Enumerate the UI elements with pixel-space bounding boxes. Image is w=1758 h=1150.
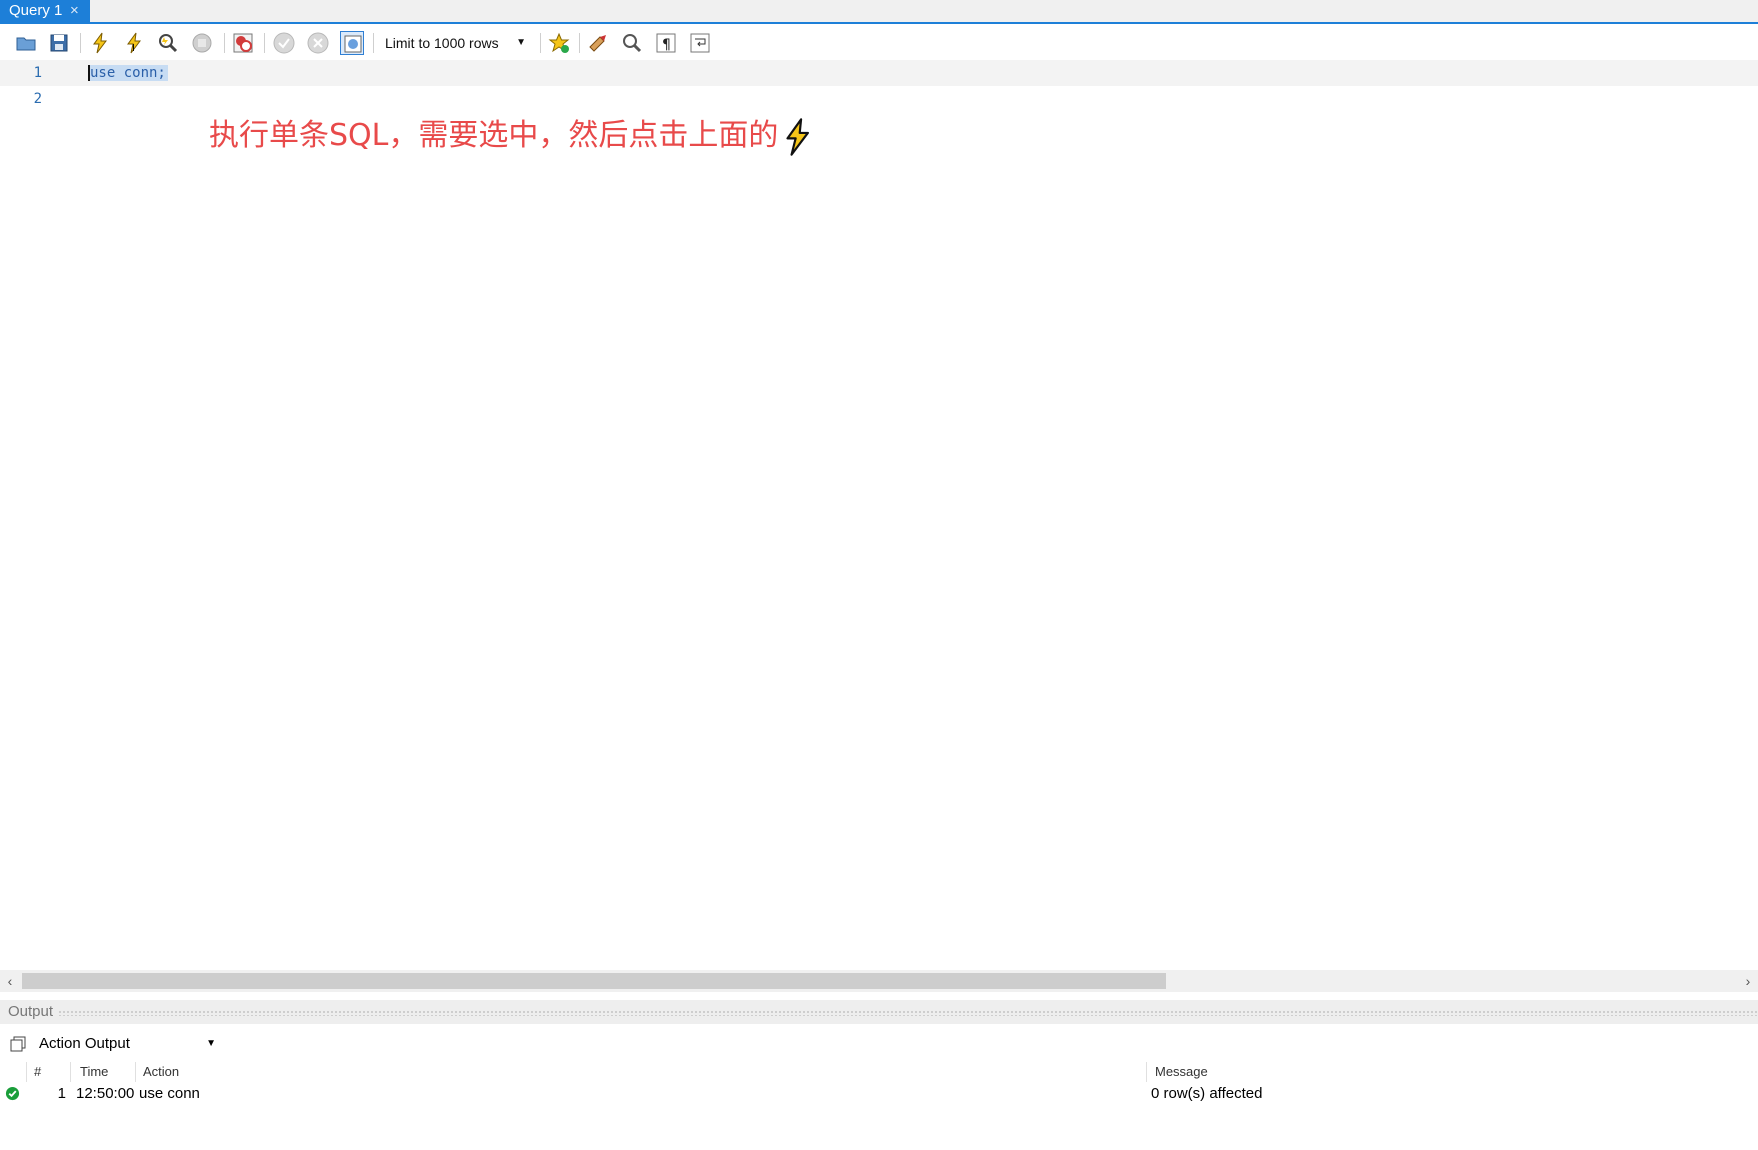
- success-check-icon: [5, 1086, 20, 1106]
- open-file-icon[interactable]: [14, 31, 38, 55]
- row-message: 0 row(s) affected: [1151, 1085, 1263, 1102]
- code-line[interactable]: use conn;: [88, 60, 168, 86]
- svg-text:¶: ¶: [662, 37, 671, 53]
- limit-rows-value: Limit to 1000 rows: [385, 35, 499, 51]
- column-header-message[interactable]: Message: [1155, 1062, 1208, 1082]
- output-title: Output: [8, 1003, 54, 1020]
- beautify-icon[interactable]: [586, 31, 610, 55]
- output-toolbar: Action Output ▼: [0, 1028, 1758, 1058]
- output-type-select[interactable]: Action Output ▼: [36, 1032, 222, 1056]
- selected-sql-text[interactable]: use conn;: [88, 65, 168, 81]
- row-time: 12:50:00: [76, 1085, 135, 1102]
- column-header-index[interactable]: #: [34, 1062, 41, 1082]
- scroll-left-icon[interactable]: ‹: [0, 970, 20, 992]
- toolbar-separator: [80, 33, 81, 53]
- sql-editor[interactable]: 1 use conn; 2 执行单条SQL，需要选中，然后点击上面的: [0, 60, 1758, 970]
- row-index: 1: [57, 1085, 66, 1102]
- limit-rows-select[interactable]: Limit to 1000 rows ▼: [382, 32, 532, 54]
- invisible-chars-icon[interactable]: ¶: [654, 31, 678, 55]
- output-type-value: Action Output: [39, 1035, 130, 1052]
- find-icon[interactable]: [620, 31, 644, 55]
- execute-icon[interactable]: [88, 31, 112, 55]
- sql-editor-toolbar: I Limit to 1000 rows ▼ ¶: [0, 24, 1758, 60]
- tab-bar: Query 1 ×: [0, 0, 1758, 24]
- action-output-table: # Time Action Message 1 12:50:00 use con…: [0, 1060, 1758, 1150]
- column-header-time[interactable]: Time: [80, 1062, 108, 1082]
- toolbar-separator: [579, 33, 580, 53]
- column-divider: [135, 1062, 136, 1082]
- bookmark-icon[interactable]: [547, 31, 571, 55]
- toolbar-separator: [224, 33, 225, 53]
- save-icon[interactable]: [47, 31, 71, 55]
- row-action: use conn: [139, 1085, 200, 1102]
- rollback-icon[interactable]: [306, 31, 330, 55]
- close-tab-icon[interactable]: ×: [70, 0, 79, 21]
- annotation-label: 执行单条SQL，需要选中，然后点击上面的: [209, 118, 779, 153]
- column-header-action[interactable]: Action: [143, 1062, 179, 1082]
- autocommit-icon[interactable]: [340, 31, 364, 55]
- horizontal-scrollbar[interactable]: ‹ ›: [0, 970, 1758, 992]
- wrap-icon[interactable]: [688, 31, 712, 55]
- annotation-text: 执行单条SQL，需要选中，然后点击上面的: [209, 116, 814, 156]
- resize-grip[interactable]: [58, 1010, 1758, 1016]
- chevron-down-icon: ▼: [516, 37, 526, 48]
- editor-line[interactable]: 1 use conn;: [0, 60, 1758, 86]
- line-number: 2: [33, 91, 42, 107]
- column-divider: [70, 1062, 71, 1082]
- lightning-bolt-icon: [786, 117, 810, 156]
- tab-query-1[interactable]: Query 1 ×: [0, 0, 90, 22]
- stop-icon[interactable]: [190, 31, 214, 55]
- svg-text:I: I: [132, 43, 135, 54]
- scrollbar-thumb[interactable]: [22, 973, 1166, 989]
- execute-current-icon[interactable]: I: [122, 31, 146, 55]
- copy-icon[interactable]: [8, 1034, 28, 1054]
- column-divider: [26, 1062, 27, 1082]
- chevron-down-icon: ▼: [206, 1038, 216, 1049]
- column-divider: [1146, 1062, 1147, 1082]
- line-number: 1: [33, 65, 42, 81]
- scroll-right-icon[interactable]: ›: [1738, 970, 1758, 992]
- toolbar-separator: [264, 33, 265, 53]
- stop-on-error-icon[interactable]: [231, 31, 255, 55]
- explain-icon[interactable]: [156, 31, 180, 55]
- editor-line[interactable]: 2: [0, 86, 1758, 112]
- commit-icon[interactable]: [272, 31, 296, 55]
- output-panel-header: Output: [0, 1000, 1758, 1024]
- tab-label: Query 1: [9, 2, 63, 19]
- toolbar-separator: [540, 33, 541, 53]
- toolbar-separator: [373, 33, 374, 53]
